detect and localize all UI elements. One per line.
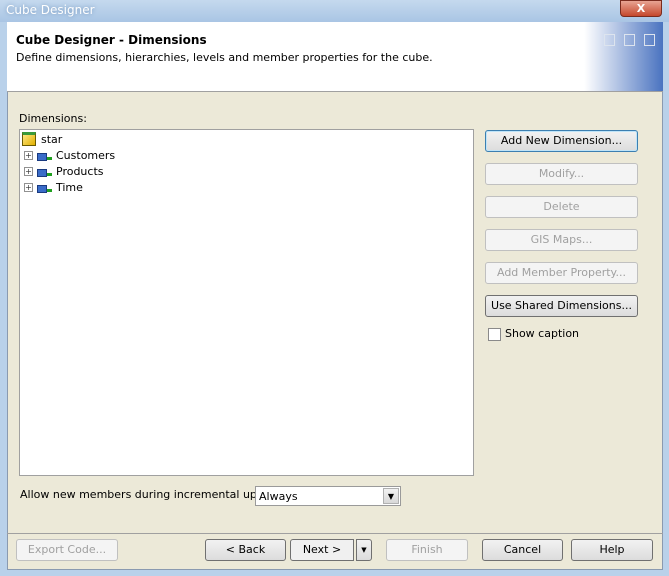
tree-item-customers[interactable]: + Customers — [24, 147, 115, 163]
back-button[interactable]: < Back — [205, 539, 286, 561]
dimensions-tree[interactable]: star + Customers + Products + Time — [19, 129, 474, 476]
help-button[interactable]: Help — [571, 539, 653, 561]
next-dropdown-button[interactable]: ▼ — [356, 539, 372, 561]
tree-item-label: Customers — [56, 148, 116, 162]
tree-root[interactable]: star — [22, 131, 62, 147]
add-member-property-button[interactable]: Add Member Property... — [485, 262, 638, 284]
gis-maps-button[interactable]: GIS Maps... — [485, 229, 638, 251]
close-button[interactable]: X — [620, 0, 662, 17]
tree-item-products[interactable]: + Products — [24, 163, 104, 179]
decor-square — [644, 34, 655, 46]
cancel-button[interactable]: Cancel — [482, 539, 563, 561]
export-code-button[interactable]: Export Code... — [16, 539, 118, 561]
wizard-header: Cube Designer - Dimensions Define dimens… — [7, 22, 663, 92]
title-bar — [0, 0, 669, 22]
dimension-icon — [36, 165, 52, 178]
page-subtitle: Define dimensions, hierarchies, levels a… — [16, 51, 433, 64]
incremental-update-select[interactable]: Always ▼ — [255, 486, 401, 506]
decor-square — [604, 34, 615, 46]
incremental-update-label: Allow new members during incremental upd… — [20, 488, 286, 501]
tree-item-label: Products — [56, 164, 104, 178]
chevron-down-icon: ▼ — [361, 546, 367, 554]
dimension-icon — [36, 181, 52, 194]
next-button[interactable]: Next > — [290, 539, 354, 561]
footer-divider — [7, 533, 663, 534]
dimensions-label: Dimensions: — [19, 112, 87, 125]
decor-square — [624, 34, 635, 46]
use-shared-dimensions-button[interactable]: Use Shared Dimensions... — [485, 295, 638, 317]
tree-root-label: star — [41, 132, 63, 146]
expand-icon[interactable]: + — [24, 182, 33, 192]
cube-icon — [22, 132, 36, 146]
finish-button[interactable]: Finish — [386, 539, 468, 561]
modify-button[interactable]: Modify... — [485, 163, 638, 185]
tree-item-label: Time — [56, 180, 83, 194]
chevron-down-icon[interactable]: ▼ — [383, 488, 399, 504]
window-title: Cube Designer — [6, 3, 95, 17]
expand-icon[interactable]: + — [24, 166, 33, 176]
show-caption-label: Show caption — [505, 327, 580, 340]
expand-icon[interactable]: + — [24, 150, 33, 160]
select-value: Always — [259, 490, 298, 503]
delete-button[interactable]: Delete — [485, 196, 638, 218]
show-caption-checkbox[interactable] — [488, 328, 501, 341]
dimension-icon — [36, 149, 52, 162]
page-title: Cube Designer - Dimensions — [16, 33, 207, 47]
add-new-dimension-button[interactable]: Add New Dimension... — [485, 130, 638, 152]
tree-item-time[interactable]: + Time — [24, 179, 83, 195]
